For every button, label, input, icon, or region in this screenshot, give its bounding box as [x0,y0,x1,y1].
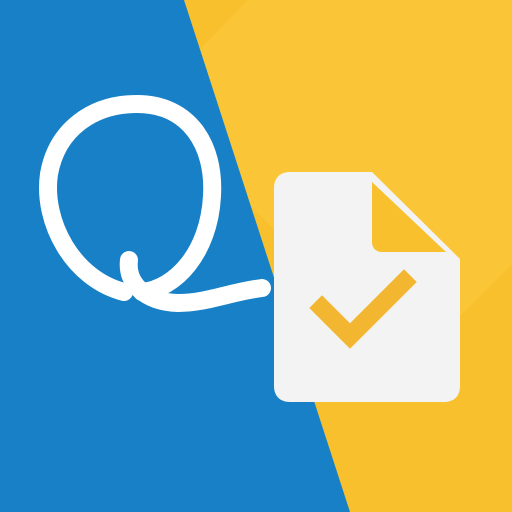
app-icon [0,0,512,512]
app-icon-graphic [0,0,512,512]
